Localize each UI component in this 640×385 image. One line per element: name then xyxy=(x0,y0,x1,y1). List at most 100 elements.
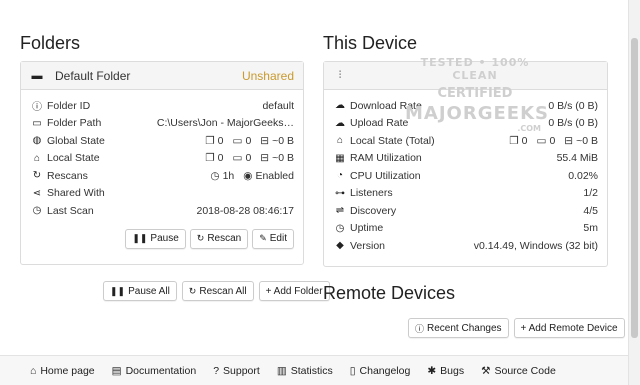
pause-all-label: Pause All xyxy=(128,285,170,297)
rescan-interval: 1h xyxy=(222,169,235,182)
footer-home-link[interactable]: ⌂ Home page xyxy=(30,365,95,377)
folder-status-unshared: Unshared xyxy=(241,68,294,83)
folder-name: Default Folder xyxy=(55,68,131,83)
value-folder-path: C:\Users\Jon - MajorGeeks… xyxy=(156,117,294,130)
refresh-icon: ↻ xyxy=(188,285,197,296)
value-upload-rate: 0 B/s (0 B) xyxy=(548,117,598,130)
label-cpu: CPU Utilization xyxy=(350,169,421,182)
scrollbar-thumb[interactable] xyxy=(631,38,638,338)
total-size: ~0 B xyxy=(576,134,598,147)
add-folder-label: + Add Folder xyxy=(265,285,323,297)
info-icon: ⓘ xyxy=(32,102,42,114)
folder-open-icon: ▭ xyxy=(32,117,42,129)
page-scrollbar[interactable] xyxy=(628,0,640,385)
global-dirs-count: 0 xyxy=(245,134,252,147)
files-icon: ❐ xyxy=(205,152,215,165)
label-upload-rate: Upload Rate xyxy=(350,117,409,130)
label-discovery: Discovery xyxy=(350,204,397,217)
device-identicon: ⫶ xyxy=(338,70,342,81)
footer-statistics-link[interactable]: ▥ Statistics xyxy=(277,365,333,377)
dirs-icon: ▭ xyxy=(232,134,243,147)
hdd-icon: ⊟ xyxy=(564,134,574,147)
value-listeners: 1/2 xyxy=(583,187,598,200)
dirs-icon: ▭ xyxy=(536,134,547,147)
value-ram: 55.4 MiB xyxy=(556,152,598,165)
remote-devices-heading: Remote Devices xyxy=(323,283,456,303)
pause-button[interactable]: ❚❚ Pause xyxy=(125,228,186,249)
add-remote-device-label: + Add Remote Device xyxy=(520,322,618,334)
row-version: ◆ Version v0.14.49, Windows (32 bit) xyxy=(333,237,598,255)
global-size: ~0 B xyxy=(272,134,294,147)
pause-icon: ❚❚ xyxy=(132,233,148,243)
folder-panel: ▬ Default Folder Unshared ⓘ Folder ID def… xyxy=(20,61,304,265)
value-uptime: 5m xyxy=(583,222,598,235)
footer-docs-label: Documentation xyxy=(125,364,197,377)
tag-icon: ◆ xyxy=(336,240,344,252)
question-icon: ? xyxy=(213,364,220,377)
row-folder-id: ⓘ Folder ID default xyxy=(30,97,294,115)
rescan-label: Rescan xyxy=(207,233,242,244)
add-folder-button[interactable]: + Add Folder xyxy=(258,281,330,301)
memory-icon: ▦ xyxy=(335,152,345,164)
value-folder-id: default xyxy=(262,99,294,112)
refresh-icon: ↻ xyxy=(196,233,205,243)
row-uptime: ◷ Uptime 5m xyxy=(333,220,598,238)
edit-button[interactable]: ✎ Edit xyxy=(252,228,294,249)
local-dirs-count: 0 xyxy=(245,152,252,165)
footer-changelog-link[interactable]: ▯ Changelog xyxy=(350,365,411,377)
footer-bugs-link[interactable]: ✱ Bugs xyxy=(427,365,464,377)
label-local-state: Local State xyxy=(47,152,100,165)
row-listeners: ⊶ Listeners 1/2 xyxy=(333,185,598,203)
device-panel-header[interactable]: ⫶ xyxy=(324,62,607,90)
hdd-icon: ⊟ xyxy=(260,152,270,165)
footer-documentation-link[interactable]: ▤ Documentation xyxy=(112,365,197,377)
footer-support-link[interactable]: ? Support xyxy=(213,365,260,377)
local-files-count: 0 xyxy=(217,152,224,165)
row-discovery: ⇌ Discovery 4/5 xyxy=(333,202,598,220)
pause-label: Pause xyxy=(150,233,179,244)
cloud-download-icon: ☁ xyxy=(335,100,345,112)
total-files-count: 0 xyxy=(521,134,528,147)
files-icon: ❐ xyxy=(205,134,215,147)
label-rescans: Rescans xyxy=(47,169,88,182)
recent-changes-button[interactable]: ⓘ Recent Changes xyxy=(408,318,509,338)
rescan-all-button[interactable]: ↻ Rescan All xyxy=(181,281,254,301)
label-folder-path: Folder Path xyxy=(47,117,102,130)
footer-source-code-link[interactable]: ⚒ Source Code xyxy=(481,365,556,377)
refresh-icon: ↻ xyxy=(32,170,42,182)
label-version: Version xyxy=(350,239,386,252)
footer-home-label: Home page xyxy=(40,364,95,377)
footer-bugs-label: Bugs xyxy=(440,364,465,377)
label-folder-id: Folder ID xyxy=(47,99,91,112)
row-download-rate: ☁ Download Rate 0 B/s (0 B) xyxy=(333,97,598,115)
pencil-icon: ✎ xyxy=(259,233,267,243)
folder-panel-header[interactable]: ▬ Default Folder Unshared xyxy=(21,62,303,90)
label-ram: RAM Utilization xyxy=(350,152,422,165)
signpost-icon: ⇌ xyxy=(335,205,345,217)
row-rescans: ↻ Rescans ◷ 1h ◉ Enabled xyxy=(30,167,294,185)
add-remote-device-button[interactable]: + Add Remote Device xyxy=(513,318,625,338)
rescan-button[interactable]: ↻ Rescan xyxy=(189,228,249,249)
label-last-scan: Last Scan xyxy=(47,204,94,217)
footer-source-label: Source Code xyxy=(494,364,556,377)
file-icon: ▯ xyxy=(349,364,356,377)
rescan-all-label: Rescan All xyxy=(199,285,247,297)
tachometer-icon: ◔ xyxy=(336,170,344,182)
row-local-state-total: ⌂ Local State (Total) ❐ 0 ▭ 0 ⊟ ~0 B xyxy=(333,132,598,150)
label-uptime: Uptime xyxy=(350,222,384,235)
value-download-rate: 0 B/s (0 B) xyxy=(548,99,598,112)
row-cpu: ◔ CPU Utilization 0.02% xyxy=(333,167,598,185)
pause-all-button[interactable]: ❚❚ Pause All xyxy=(103,281,177,301)
clock-icon: ◷ xyxy=(32,205,42,217)
row-upload-rate: ☁ Upload Rate 0 B/s (0 B) xyxy=(333,115,598,133)
home-icon: ⌂ xyxy=(33,152,41,164)
sitemap-icon: ⊶ xyxy=(335,187,345,199)
device-panel: ⫶ ☁ Download Rate 0 B/s (0 B) ☁ Upload Rat… xyxy=(323,61,608,267)
label-shared-with: Shared With xyxy=(47,187,105,200)
recent-changes-label: Recent Changes xyxy=(427,322,502,334)
bar-chart-icon: ▥ xyxy=(276,364,287,377)
row-local-state: ⌂ Local State ❐ 0 ▭ 0 ⊟ ~0 B xyxy=(30,150,294,168)
device-heading: This Device xyxy=(323,33,418,53)
footer-links: ⌂ Home page ▤ Documentation ? Support ▥ Stat… xyxy=(0,355,628,385)
files-icon: ❐ xyxy=(509,134,519,147)
